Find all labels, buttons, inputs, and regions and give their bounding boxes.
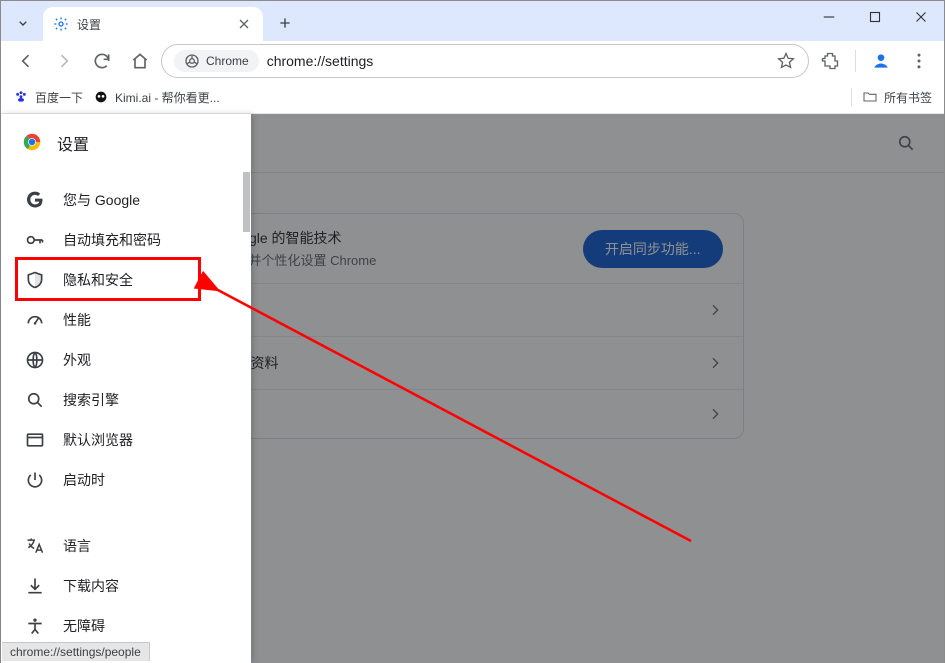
site-chip-label: Chrome (206, 54, 249, 68)
globe-icon (25, 350, 45, 370)
nav-accessibility[interactable]: 无障碍 (1, 606, 251, 646)
nav-label: 语言 (63, 536, 91, 556)
profile-avatar-button[interactable] (864, 44, 898, 78)
gear-icon (53, 16, 69, 32)
bookmark-label: Kimi.ai - 帮你看更... (115, 89, 220, 106)
drawer-nav: 您与 Google 自动填充和密码 隐私和安全 性能 外观 (1, 172, 251, 654)
nav-label: 无障碍 (63, 616, 105, 636)
search-icon (25, 390, 45, 410)
bookmark-label: 百度一下 (35, 89, 83, 106)
power-icon (25, 470, 45, 490)
window-close-button[interactable] (898, 1, 944, 33)
nav-label: 隐私和安全 (63, 270, 133, 290)
google-g-icon (25, 190, 45, 210)
kimi-icon (93, 89, 109, 105)
settings-content: 设置 Google 的智能技术 同步并个性化设置 Chrome 开启同步功能..… (1, 114, 944, 663)
nav-search-engine[interactable]: 搜索引擎 (1, 380, 251, 420)
tab-title: 设置 (77, 16, 101, 33)
home-button[interactable] (123, 44, 157, 78)
back-button[interactable] (9, 44, 43, 78)
toolbar-separator (855, 50, 856, 72)
folder-icon (862, 89, 878, 105)
window-minimize-button[interactable] (806, 1, 852, 33)
nav-label: 性能 (63, 310, 91, 330)
bookmark-bar-separator (851, 88, 852, 106)
settings-drawer: 设置 您与 Google 自动填充和密码 隐私和安全 性能 (1, 114, 251, 663)
url-text: chrome://settings (267, 53, 374, 69)
translate-icon (25, 536, 45, 556)
shield-icon (25, 270, 45, 290)
all-bookmarks-label: 所有书签 (884, 89, 932, 106)
nav-you-and-google[interactable]: 您与 Google (1, 180, 251, 220)
forward-button[interactable] (47, 44, 81, 78)
nav-label: 搜索引擎 (63, 390, 119, 410)
nav-label: 下载内容 (63, 576, 119, 596)
link-status-bar: chrome://settings/people (2, 642, 150, 661)
nav-appearance[interactable]: 外观 (1, 340, 251, 380)
window-maximize-button[interactable] (852, 1, 898, 33)
nav-label: 外观 (63, 350, 91, 370)
address-bar[interactable]: Chrome chrome://settings (161, 44, 809, 78)
bookmark-bar: 百度一下 Kimi.ai - 帮你看更... 所有书签 (1, 81, 944, 114)
menu-button[interactable] (902, 44, 936, 78)
bookmark-star-button[interactable] (776, 51, 796, 71)
nav-label: 您与 Google (63, 190, 140, 210)
tab-search-button[interactable] (9, 9, 37, 37)
chrome-logo-icon (21, 131, 43, 156)
reload-button[interactable] (85, 44, 119, 78)
site-chip[interactable]: Chrome (174, 50, 259, 72)
accessibility-icon (25, 616, 45, 636)
nav-label: 启动时 (63, 470, 105, 490)
download-icon (25, 576, 45, 596)
nav-privacy-security[interactable]: 隐私和安全 (1, 260, 251, 300)
key-icon (25, 230, 45, 250)
speedometer-icon (25, 310, 45, 330)
nav-performance[interactable]: 性能 (1, 300, 251, 340)
nav-label: 自动填充和密码 (63, 230, 161, 250)
chrome-icon (184, 53, 200, 69)
extensions-button[interactable] (813, 44, 847, 78)
nav-on-startup[interactable]: 启动时 (1, 460, 251, 500)
drawer-title: 设置 (57, 131, 89, 155)
bookmark-item[interactable]: 百度一下 (13, 89, 83, 106)
nav-default-browser[interactable]: 默认浏览器 (1, 420, 251, 460)
baidu-icon (13, 89, 29, 105)
drawer-header: 设置 (1, 114, 251, 172)
new-tab-button[interactable] (271, 9, 299, 37)
nav-downloads[interactable]: 下载内容 (1, 566, 251, 606)
tab-close-button[interactable] (235, 15, 253, 33)
nav-languages[interactable]: 语言 (1, 526, 251, 566)
all-bookmarks-button[interactable]: 所有书签 (862, 89, 932, 106)
nav-label: 默认浏览器 (63, 430, 133, 450)
nav-autofill[interactable]: 自动填充和密码 (1, 220, 251, 260)
tab-strip: 设置 (1, 1, 944, 41)
bookmark-item[interactable]: Kimi.ai - 帮你看更... (93, 89, 220, 106)
toolbar: Chrome chrome://settings (1, 41, 944, 81)
browser-tab[interactable]: 设置 (43, 7, 263, 41)
browser-window-icon (25, 430, 45, 450)
